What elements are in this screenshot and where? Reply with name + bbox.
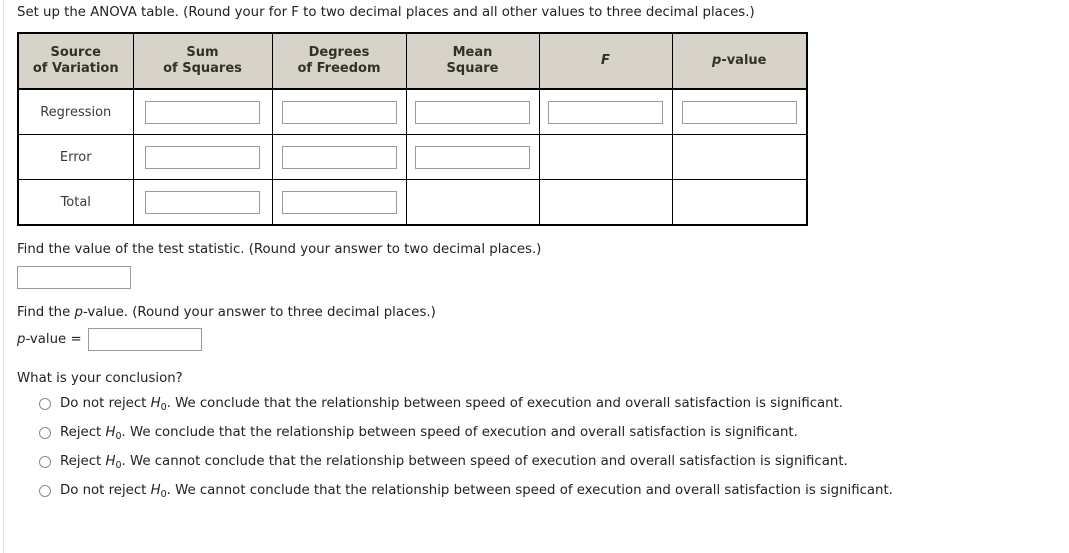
cell-error-p-value-empty bbox=[671, 134, 808, 181]
cell-error-degrees-of-freedom bbox=[271, 134, 407, 181]
cell-regression-p-value bbox=[671, 88, 808, 136]
input-total-degrees-of-freedom[interactable] bbox=[281, 190, 397, 214]
anova-table-wrapper: Source of Variation Sum of Squares Degre… bbox=[17, 32, 1057, 227]
header-mean-square: Mean Square bbox=[405, 32, 540, 91]
test-statistic-input[interactable] bbox=[17, 265, 131, 289]
header-degrees-of-freedom: Degrees of Freedom bbox=[271, 32, 407, 91]
page-left-border bbox=[3, 0, 4, 553]
cell-error-mean-square bbox=[405, 134, 540, 181]
input-regression-p-value[interactable] bbox=[681, 100, 797, 124]
test-statistic-answer-row bbox=[17, 265, 1057, 289]
anova-prompt: Set up the ANOVA table. (Round your for … bbox=[17, 5, 755, 20]
conclusion-question: What is your conclusion? bbox=[17, 370, 183, 386]
input-error-degrees-of-freedom[interactable] bbox=[281, 145, 397, 169]
cell-regression-f bbox=[538, 88, 673, 136]
input-regression-f[interactable] bbox=[548, 100, 663, 124]
p-value-prompt-prefix: Find the bbox=[17, 304, 75, 320]
cell-total-p-value-empty bbox=[671, 179, 808, 226]
cell-total-degrees-of-freedom bbox=[271, 179, 407, 226]
p-value-block: Find the p-value. (Round your answer to … bbox=[17, 304, 1057, 351]
input-total-sum-of-squares[interactable] bbox=[145, 190, 260, 214]
header-f-statistic: F bbox=[538, 32, 673, 91]
cell-regression-degrees-of-freedom bbox=[271, 88, 407, 136]
p-value-prompt: Find the p-value. (Round your answer to … bbox=[17, 304, 1057, 320]
list-item[interactable]: Reject H0. We cannot conclude that the r… bbox=[39, 453, 1057, 471]
radio-button-option-3[interactable] bbox=[39, 455, 51, 468]
p-value-prompt-suffix: -value. (Round your answer to three deci… bbox=[82, 304, 436, 320]
test-statistic-prompt: Find the value of the test statistic. (R… bbox=[17, 242, 542, 258]
input-error-sum-of-squares[interactable] bbox=[145, 145, 260, 169]
header-line-1: Source bbox=[50, 45, 101, 61]
cell-total-f-empty bbox=[538, 179, 673, 226]
cell-error-sum-of-squares bbox=[132, 134, 273, 181]
list-item[interactable]: Do not reject H0. We conclude that the r… bbox=[39, 395, 1057, 413]
row-label-regression: Regression bbox=[17, 88, 134, 136]
conclusion-option-1-label: Do not reject H0. We conclude that the r… bbox=[60, 395, 844, 413]
question-content: Set up the ANOVA table. (Round your for … bbox=[17, 0, 1057, 512]
p-value-label: p-value = bbox=[17, 331, 82, 347]
header-p-value: p-value bbox=[671, 32, 808, 91]
input-regression-sum-of-squares[interactable] bbox=[145, 100, 260, 124]
header-line-1: F bbox=[601, 53, 610, 69]
conclusion-option-4-label: Do not reject H0. We cannot conclude tha… bbox=[60, 482, 893, 500]
table-row: Error bbox=[17, 134, 808, 181]
table-row: Total bbox=[17, 179, 808, 226]
p-value-answer-row: p-value = bbox=[17, 327, 1057, 351]
anova-header-row: Source of Variation Sum of Squares Degre… bbox=[17, 32, 808, 91]
input-regression-mean-square[interactable] bbox=[415, 100, 530, 124]
table-row: Regression bbox=[17, 88, 808, 136]
conclusion-option-2-label: Reject H0. We conclude that the relation… bbox=[60, 424, 798, 442]
list-item[interactable]: Do not reject H0. We cannot conclude tha… bbox=[39, 482, 1057, 500]
header-line-1: Sum bbox=[186, 45, 219, 61]
cell-error-f-empty bbox=[538, 134, 673, 181]
input-error-mean-square[interactable] bbox=[415, 145, 530, 169]
p-value-input[interactable] bbox=[87, 327, 202, 351]
p-value-prompt-variable: p bbox=[74, 304, 83, 320]
header-sum-of-squares: Sum of Squares bbox=[132, 32, 273, 91]
cell-regression-sum-of-squares bbox=[132, 88, 273, 136]
header-line-1: Degrees bbox=[308, 45, 370, 61]
cell-total-sum-of-squares bbox=[132, 179, 273, 226]
header-line-2: of Freedom bbox=[297, 61, 381, 77]
list-item[interactable]: Reject H0. We conclude that the relation… bbox=[39, 424, 1057, 442]
radio-button-option-1[interactable] bbox=[39, 397, 51, 410]
cell-total-mean-square-empty bbox=[405, 179, 540, 226]
radio-button-option-4[interactable] bbox=[39, 484, 51, 497]
header-line-1: Mean bbox=[452, 45, 493, 61]
row-label-total: Total bbox=[17, 179, 134, 226]
header-p-value-suffix: -value bbox=[721, 53, 767, 69]
conclusion-option-3-label: Reject H0. We cannot conclude that the r… bbox=[60, 453, 848, 471]
test-statistic-block: Find the value of the test statistic. (R… bbox=[17, 242, 1057, 289]
cell-regression-mean-square bbox=[405, 88, 540, 136]
header-line-2: of Variation bbox=[32, 61, 119, 77]
row-label-error: Error bbox=[17, 134, 134, 181]
header-source-of-variation: Source of Variation bbox=[17, 32, 134, 91]
anova-table: Source of Variation Sum of Squares Degre… bbox=[17, 32, 808, 227]
header-line-2: of Squares bbox=[163, 61, 242, 77]
input-regression-degrees-of-freedom[interactable] bbox=[281, 100, 397, 124]
header-line-2: Square bbox=[446, 61, 499, 77]
radio-button-option-2[interactable] bbox=[39, 426, 51, 439]
conclusion-options-list: Do not reject H0. We conclude that the r… bbox=[17, 395, 1057, 500]
